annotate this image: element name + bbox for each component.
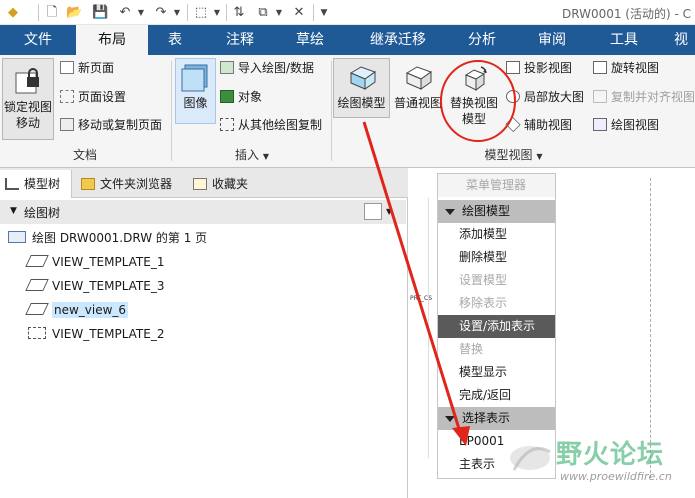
annotation-overlay bbox=[362, 60, 516, 446]
red-arrow-head-icon bbox=[452, 426, 470, 446]
highlight-circle bbox=[440, 60, 516, 142]
red-arrow-line bbox=[362, 121, 462, 433]
